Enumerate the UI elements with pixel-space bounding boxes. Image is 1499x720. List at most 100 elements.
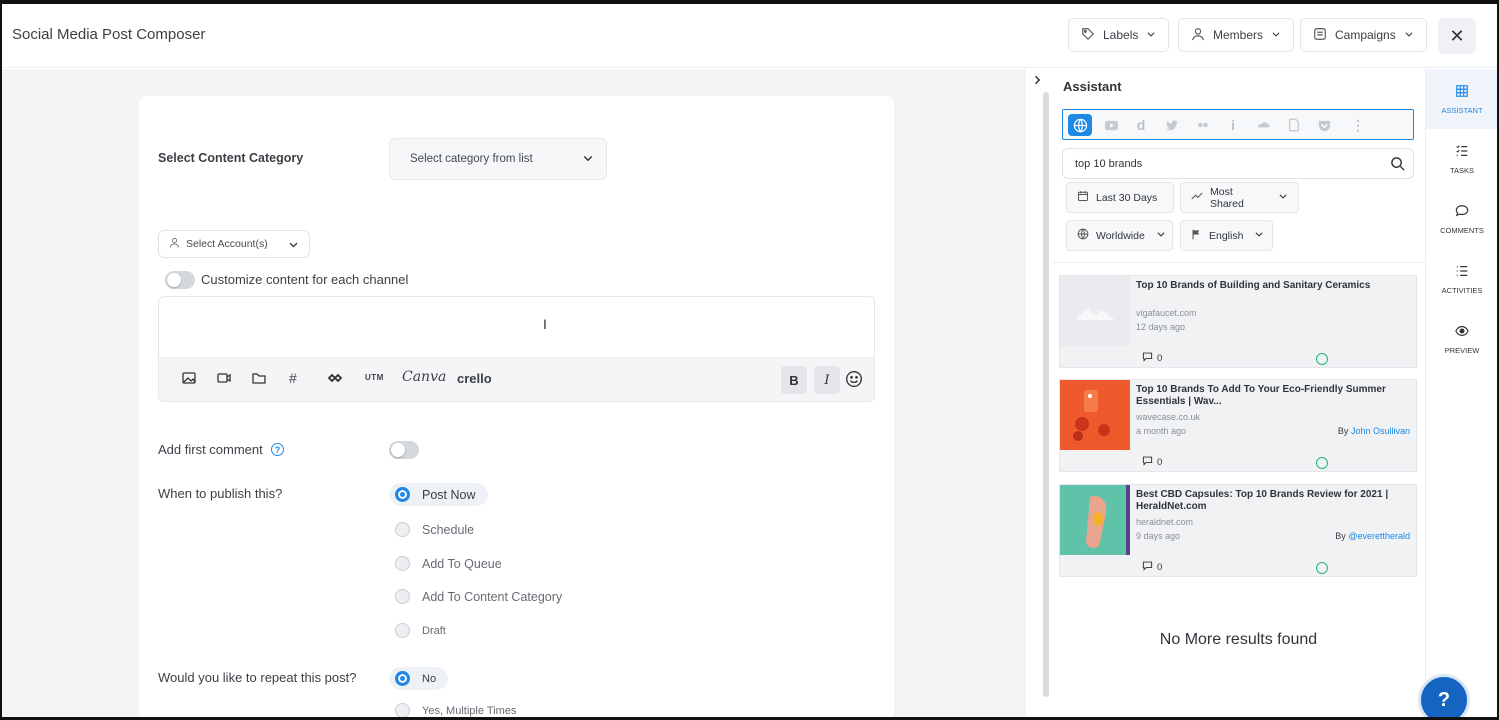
account-select[interactable]: Select Account(s): [158, 230, 310, 258]
assistant-search-input[interactable]: top 10 brands: [1062, 148, 1414, 179]
folder-icon[interactable]: [251, 370, 267, 386]
publish-option-post-now[interactable]: Post Now: [389, 483, 488, 506]
comment-count: 0: [1157, 561, 1163, 573]
sentiment-icon: [1316, 457, 1328, 469]
rail-item-tasks[interactable]: TASKS: [1426, 129, 1498, 189]
publish-option-queue[interactable]: Add To Queue: [395, 556, 502, 571]
bold-button[interactable]: B: [781, 366, 807, 394]
rail-item-comments[interactable]: COMMENTS: [1426, 189, 1498, 249]
date-filter[interactable]: Last 30 Days: [1066, 182, 1174, 213]
region-filter-label: Worldwide: [1096, 229, 1145, 242]
labels-button-label: Labels: [1103, 28, 1139, 42]
search-value: top 10 brands: [1075, 157, 1143, 170]
rail-item-preview[interactable]: PREVIEW: [1426, 309, 1498, 369]
publish-option-draft[interactable]: Draft: [395, 623, 446, 638]
comment-icon: [1142, 455, 1153, 469]
members-button[interactable]: Members: [1178, 18, 1295, 52]
trending-icon: [1191, 190, 1203, 205]
publish-option-content-category[interactable]: Add To Content Category: [395, 589, 562, 604]
rail-item-assistant[interactable]: ASSISTANT: [1426, 69, 1498, 129]
labels-button[interactable]: Labels: [1068, 18, 1170, 52]
result-card[interactable]: Top 10 Brands To Add To Your Eco-Friendl…: [1059, 379, 1417, 472]
web-icon[interactable]: [1068, 114, 1092, 136]
assistant-title: Assistant: [1063, 79, 1122, 94]
help-fab-button[interactable]: ?: [1418, 674, 1470, 720]
image-icon[interactable]: [181, 370, 197, 386]
filters-divider: [1052, 262, 1425, 263]
user-icon: [1191, 27, 1205, 44]
crello-button[interactable]: crello: [457, 371, 492, 386]
comment-icon: [1142, 351, 1153, 365]
author-link[interactable]: John Osullivan: [1351, 426, 1410, 436]
emoji-icon[interactable]: [845, 370, 863, 388]
date-filter-label: Last 30 Days: [1096, 191, 1158, 204]
result-domain: wavecase.co.uk: [1136, 412, 1201, 422]
publish-label: When to publish this?: [158, 486, 283, 501]
chevron-down-icon: [1146, 28, 1156, 42]
result-title[interactable]: Best CBD Capsules: Top 10 Brands Review …: [1136, 489, 1414, 513]
radio-icon: [395, 556, 410, 571]
content-category-label: Select Content Category: [158, 151, 304, 165]
placeholder-image-icon: [1060, 276, 1130, 346]
user-icon: [169, 237, 180, 251]
italic-button[interactable]: I: [814, 366, 840, 394]
sort-filter-label: Most Shared: [1210, 185, 1244, 210]
campaign-icon: [1313, 27, 1327, 44]
pocket-icon[interactable]: [1312, 114, 1336, 136]
flickr-icon[interactable]: [1191, 114, 1215, 136]
article-icon[interactable]: [1282, 114, 1306, 136]
result-comment-count: 0: [1142, 455, 1162, 469]
rail-item-label: ACTIVITIES: [1441, 285, 1483, 295]
publish-option-label: Add To Queue: [422, 556, 502, 571]
repeat-option-no[interactable]: No: [389, 667, 449, 690]
result-title[interactable]: Top 10 Brands of Building and Sanitary C…: [1136, 280, 1414, 292]
result-time: 9 days ago: [1136, 531, 1181, 541]
utm-button[interactable]: UTM: [365, 373, 384, 382]
shortlink-icon[interactable]: [327, 370, 343, 386]
close-button[interactable]: ✕: [1438, 18, 1476, 54]
post-editor[interactable]: # UTM Canva crello B I: [158, 296, 875, 402]
result-title[interactable]: Top 10 Brands To Add To Your Eco-Friendl…: [1136, 384, 1414, 408]
result-thumbnail: [1060, 380, 1130, 450]
youtube-icon[interactable]: [1099, 114, 1123, 136]
author-link[interactable]: @everettherald: [1348, 531, 1410, 541]
comment-count: 0: [1157, 456, 1163, 468]
rail-item-label: TASKS: [1449, 165, 1475, 175]
comment-count: 0: [1157, 352, 1163, 364]
customize-toggle[interactable]: [165, 271, 195, 289]
language-filter[interactable]: English: [1180, 220, 1273, 251]
canva-button[interactable]: Canva: [402, 369, 446, 385]
chevron-down-icon: [288, 239, 299, 253]
tag-icon: [1081, 27, 1095, 44]
checklist-icon: [1455, 144, 1469, 160]
rail-item-activities[interactable]: ACTIVITIES: [1426, 249, 1498, 309]
sort-filter[interactable]: Most Shared: [1180, 182, 1299, 213]
region-filter[interactable]: Worldwide: [1066, 220, 1173, 251]
repeat-option-multiple[interactable]: Yes, Multiple Times: [395, 703, 516, 718]
chevron-down-icon: [582, 152, 594, 167]
composer-scrollbar[interactable]: [1043, 92, 1049, 697]
publish-option-schedule[interactable]: Schedule: [395, 522, 474, 537]
help-icon[interactable]: ?: [271, 443, 284, 456]
category-select[interactable]: Select category from list: [389, 138, 607, 180]
twitter-icon[interactable]: [1160, 114, 1184, 136]
first-comment-toggle[interactable]: [389, 441, 419, 459]
giphy-icon[interactable]: [1251, 114, 1275, 136]
more-icon[interactable]: ⋮: [1346, 114, 1370, 136]
result-card[interactable]: Top 10 Brands of Building and Sanitary C…: [1059, 275, 1417, 368]
publish-option-label: Draft: [422, 624, 446, 637]
imgur-icon[interactable]: i: [1221, 114, 1245, 136]
rail-item-label: PREVIEW: [1444, 345, 1480, 355]
chevron-down-icon: [1278, 191, 1288, 204]
campaigns-button[interactable]: Campaigns: [1300, 18, 1427, 52]
search-icon[interactable]: [1390, 156, 1405, 174]
no-more-results: No More results found: [1159, 631, 1318, 648]
rail-item-label: COMMENTS: [1440, 225, 1484, 235]
result-card[interactable]: Best CBD Capsules: Top 10 Brands Review …: [1059, 484, 1417, 577]
chevron-down-icon: [1254, 229, 1264, 242]
video-icon[interactable]: [216, 370, 232, 386]
radio-selected-icon: [395, 487, 410, 502]
hashtag-icon[interactable]: #: [289, 370, 297, 386]
collapse-panel-button[interactable]: [1026, 70, 1048, 92]
dailymotion-icon[interactable]: d: [1129, 114, 1153, 136]
